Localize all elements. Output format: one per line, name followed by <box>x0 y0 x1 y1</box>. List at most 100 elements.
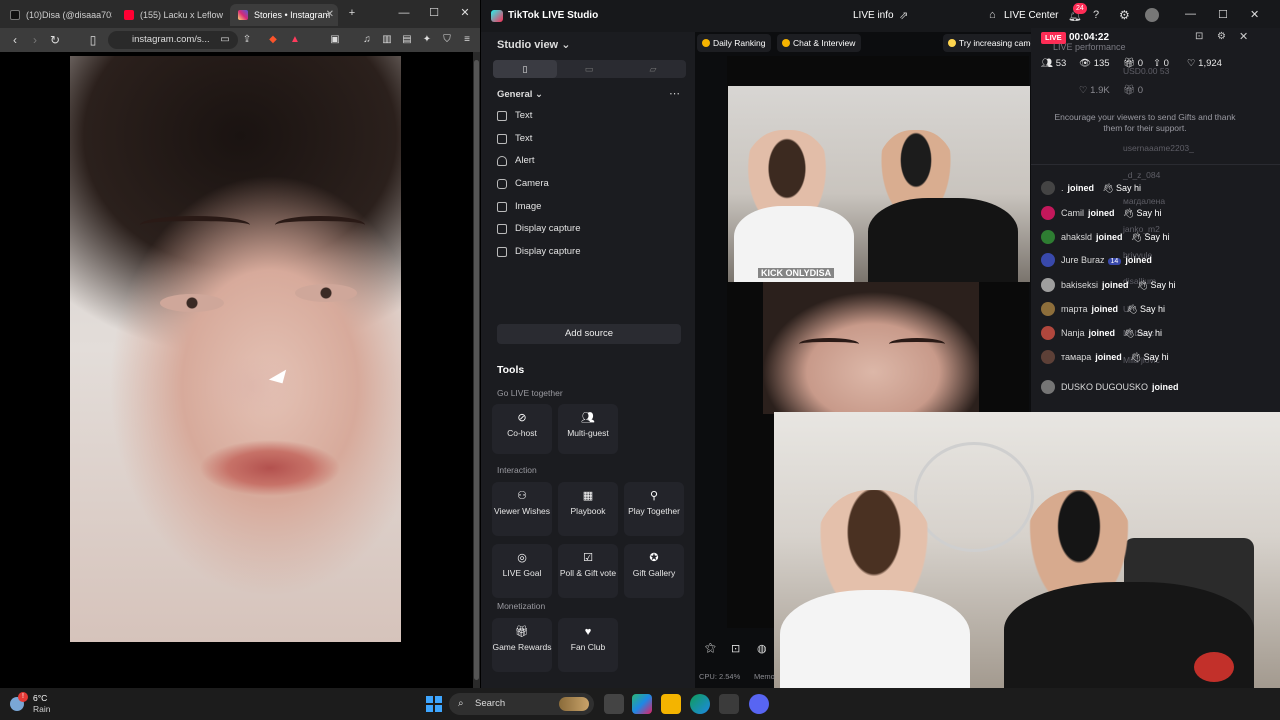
fan-club-button[interactable]: ♥ Fan Club <box>558 618 618 672</box>
page-scrollbar[interactable] <box>473 52 480 688</box>
chat-avatar[interactable] <box>1041 253 1055 267</box>
general-scene-dropdown[interactable]: General ⌄ <box>497 89 543 100</box>
live-info-button[interactable]: LIVE info <box>853 10 894 21</box>
multi-guest-button[interactable]: 👥︎ Multi-guest <box>558 404 618 454</box>
source-item[interactable]: Alert <box>497 151 535 171</box>
chat-avatar[interactable] <box>1041 326 1055 340</box>
chat-username[interactable]: . <box>1061 183 1064 193</box>
poll-gift-vote-button[interactable]: ☑ Poll & Gift vote <box>558 544 618 598</box>
media-icon[interactable]: ♫ <box>360 33 374 47</box>
tab-instagram[interactable]: Stories • Instagram ✕ <box>230 4 338 26</box>
say-hi-button[interactable]: 👋︎ Say hi <box>1123 208 1162 218</box>
tab-tiktok[interactable]: (10)Disa (@disaaa703 <box>2 4 112 26</box>
gift-gallery-button[interactable]: ✪ Gift Gallery <box>624 544 684 598</box>
reader-icon[interactable]: ▥ <box>380 33 394 47</box>
game-rewards-button[interactable]: 🎁︎ Game Rewards <box>492 618 552 672</box>
taskbar-search[interactable]: ⌕ Search <box>449 693 594 715</box>
source-item[interactable]: Display capture <box>497 219 580 239</box>
minimize-button[interactable]: — <box>394 4 414 22</box>
cast-icon[interactable]: ▭ <box>218 33 232 47</box>
landscape-layout-icon[interactable]: ▭ <box>557 60 621 78</box>
portrait-layout-icon[interactable]: ▯ <box>493 60 557 78</box>
new-tab-button[interactable]: + <box>342 4 362 22</box>
playbook-button[interactable]: ▦ Playbook <box>558 482 618 536</box>
source-item[interactable]: Text <box>497 106 532 126</box>
sidebar-toggle-icon[interactable]: ▣ <box>328 33 342 47</box>
source-item[interactable]: Camera <box>497 174 549 194</box>
maximize-button[interactable]: ☐ <box>424 4 444 22</box>
screenshot-icon[interactable]: ⊡ <box>731 642 740 655</box>
discord-icon[interactable] <box>749 694 769 714</box>
magic-wand-icon[interactable]: ⚝ <box>705 642 716 655</box>
panel-settings-icon[interactable]: ⚙ <box>1217 31 1226 42</box>
task-view-icon[interactable] <box>604 694 624 714</box>
viewer-wishes-button[interactable]: ⚇ Viewer Wishes <box>492 482 552 536</box>
start-windows-icon[interactable] <box>426 696 442 712</box>
maximize-button[interactable]: ☐ <box>1218 8 1228 21</box>
brave-rewards-icon[interactable]: ▲ <box>288 33 302 47</box>
say-hi-button[interactable]: 👋︎ Say hi <box>1126 304 1165 314</box>
chat-username[interactable]: Jure Buraz <box>1061 255 1105 265</box>
source-item[interactable]: Display capture <box>497 242 580 262</box>
share-icon[interactable]: ⇪ <box>240 33 254 47</box>
chat-avatar[interactable] <box>1041 278 1055 292</box>
play-together-button[interactable]: ⚲ Play Together <box>624 482 684 536</box>
close-window-button[interactable]: ✕ <box>455 4 475 22</box>
lock-icon[interactable]: ⊡ <box>1195 31 1203 42</box>
chat-avatar[interactable] <box>1041 206 1055 220</box>
help-icon[interactable]: ? <box>1093 9 1099 21</box>
multi-layout-icon[interactable]: ▱ <box>621 60 685 78</box>
say-hi-button[interactable]: 👋︎ Say hi <box>1130 352 1169 362</box>
forward-icon[interactable]: › <box>26 31 44 49</box>
camera-tip[interactable]: Try increasing camer <box>943 34 1045 52</box>
chat-username[interactable]: mapта <box>1061 304 1088 314</box>
source-item[interactable]: Image <box>497 197 541 217</box>
chat-username[interactable]: Nanja <box>1061 328 1085 338</box>
vpn-icon[interactable]: ⛉ <box>440 33 454 47</box>
say-hi-button[interactable]: 👋︎ Say hi <box>1137 280 1176 290</box>
bookmark-icon[interactable]: ▯ <box>84 31 102 49</box>
say-hi-button[interactable]: 👋︎ Say hi <box>1131 232 1170 242</box>
chat-interview-button[interactable]: Chat & Interview <box>777 34 862 52</box>
tab-youtube[interactable]: (155) Lacku x Leflow <box>116 4 228 26</box>
more-options-icon[interactable]: ⋯ <box>669 87 680 100</box>
chat-username[interactable]: Camil <box>1061 208 1084 218</box>
chat-username[interactable]: ahaksld <box>1061 232 1092 242</box>
chat-avatar[interactable] <box>1041 302 1055 316</box>
file-explorer-icon[interactable] <box>661 694 681 714</box>
edge-icon[interactable] <box>690 694 710 714</box>
chat-avatar[interactable] <box>1041 181 1055 195</box>
live-goal-button[interactable]: ◎ LIVE Goal <box>492 544 552 598</box>
chat-username[interactable]: тамара <box>1061 352 1091 362</box>
effects-icon[interactable]: ◍ <box>757 642 767 655</box>
wallet-icon[interactable]: ▤ <box>400 33 414 47</box>
weather-temp[interactable]: 6°C <box>33 693 47 703</box>
extensions-icon[interactable]: ✦ <box>420 33 434 47</box>
avatar[interactable] <box>1145 8 1159 22</box>
weather-desc[interactable]: Rain <box>33 704 50 714</box>
add-source-button[interactable]: Add source <box>497 324 681 344</box>
studio-view-dropdown[interactable]: Studio view ⌄ <box>497 38 570 51</box>
source-item[interactable]: Text <box>497 129 532 149</box>
daily-ranking-button[interactable]: Daily Ranking <box>697 34 772 52</box>
menu-icon[interactable]: ≡ <box>460 33 474 47</box>
close-panel-icon[interactable]: ✕ <box>1239 30 1248 43</box>
chat-username[interactable]: bakiseksi <box>1061 280 1098 290</box>
minimize-button[interactable]: — <box>1185 8 1196 20</box>
close-tab-icon[interactable]: ✕ <box>326 4 334 26</box>
settings-gear-icon[interactable]: ⚙ <box>1119 8 1130 22</box>
live-center-button[interactable]: LIVE Center <box>1004 10 1058 21</box>
chat-avatar[interactable] <box>1041 350 1055 364</box>
say-hi-button[interactable]: 👋︎ Say hi <box>1102 183 1141 193</box>
reload-icon[interactable]: ↻ <box>46 31 64 49</box>
story-image[interactable] <box>70 56 401 642</box>
copilot-icon[interactable] <box>632 694 652 714</box>
chat-avatar[interactable] <box>1041 380 1055 394</box>
chat-username[interactable]: DUSKO DUGOUSKO <box>1061 382 1148 392</box>
co-host-button[interactable]: ⊘ Co-host <box>492 404 552 454</box>
store-icon[interactable] <box>719 694 739 714</box>
brave-shield-icon[interactable]: ◆ <box>266 33 280 47</box>
chat-avatar[interactable] <box>1041 230 1055 244</box>
share-icon[interactable]: ⇗ <box>899 9 908 22</box>
close-window-button[interactable]: ✕ <box>1250 8 1259 21</box>
